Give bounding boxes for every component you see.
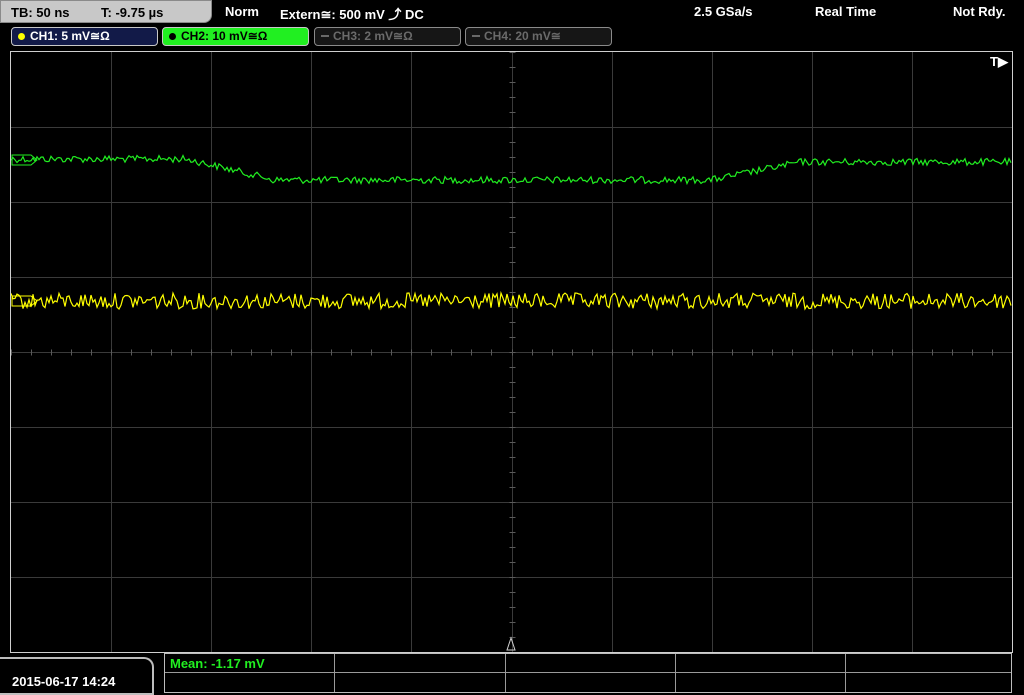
- sample-rate: 2.5 GSa/s: [694, 4, 753, 19]
- timebase-panel[interactable]: TB: 50 ns T: -9.75 µs: [0, 0, 212, 23]
- measurement-cell: [506, 673, 676, 692]
- datetime-tab: 2015-06-17 14:24: [0, 657, 154, 695]
- trigger-source[interactable]: Extern≅: 500 mV ⤴ DC: [280, 4, 424, 23]
- measurement-cell: [846, 654, 1011, 673]
- channel-4-off-icon: [472, 35, 480, 37]
- trigger-mode[interactable]: Norm: [225, 4, 259, 19]
- channel-1-label: CH1: 5 mV≅Ω: [30, 29, 110, 43]
- channel-3-label: CH3: 2 mV≅Ω: [333, 29, 413, 43]
- measurement-cell: [165, 673, 335, 692]
- channel-1-dot-icon: [18, 33, 25, 40]
- channel-3-button[interactable]: CH3: 2 mV≅Ω: [314, 27, 461, 46]
- measurement-cell: [506, 654, 676, 673]
- trigger-time-value: T: -9.75 µs: [101, 5, 164, 20]
- channel-1-button[interactable]: CH1: 5 mV≅Ω: [11, 27, 158, 46]
- waveform-canvas: [11, 52, 1012, 652]
- measurement-table[interactable]: Mean: -1.17 mV: [164, 653, 1012, 693]
- channel-2-label: CH2: 10 mV≅Ω: [181, 29, 268, 43]
- measurement-cell: [335, 654, 506, 673]
- channel-2-button[interactable]: CH2: 10 mV≅Ω: [162, 27, 309, 46]
- footer-bar: 2015-06-17 14:24 Mean: -1.17 mV: [0, 653, 1024, 695]
- trigger-position-marker[interactable]: [506, 636, 516, 651]
- status-bar: TB: 50 ns T: -9.75 µs Norm Extern≅: 500 …: [0, 0, 1024, 25]
- mean-measurement: Mean: -1.17 mV: [170, 656, 265, 671]
- channel-2-dot-icon: [169, 33, 176, 40]
- waveform-display[interactable]: T▶: [10, 51, 1013, 653]
- acquisition-status: Not Rdy.: [953, 4, 1006, 19]
- measurement-cell: Mean: -1.17 mV: [165, 654, 335, 673]
- measurement-cell: [676, 654, 846, 673]
- channel-4-label: CH4: 20 mV≅: [484, 29, 561, 43]
- datetime-text: 2015-06-17 14:24: [12, 674, 116, 689]
- channel-4-button[interactable]: CH4: 20 mV≅: [465, 27, 612, 46]
- measurement-cell: [676, 673, 846, 692]
- channel-2-trace: [11, 154, 1012, 186]
- channel-1-trace: [11, 290, 1012, 311]
- timebase-value: TB: 50 ns: [11, 5, 70, 20]
- acquisition-mode: Real Time: [815, 4, 877, 19]
- measurement-cell: [335, 673, 506, 692]
- trigger-level-marker[interactable]: T▶: [990, 54, 1008, 70]
- measurement-cell: [846, 673, 1011, 692]
- channel-3-off-icon: [321, 35, 329, 37]
